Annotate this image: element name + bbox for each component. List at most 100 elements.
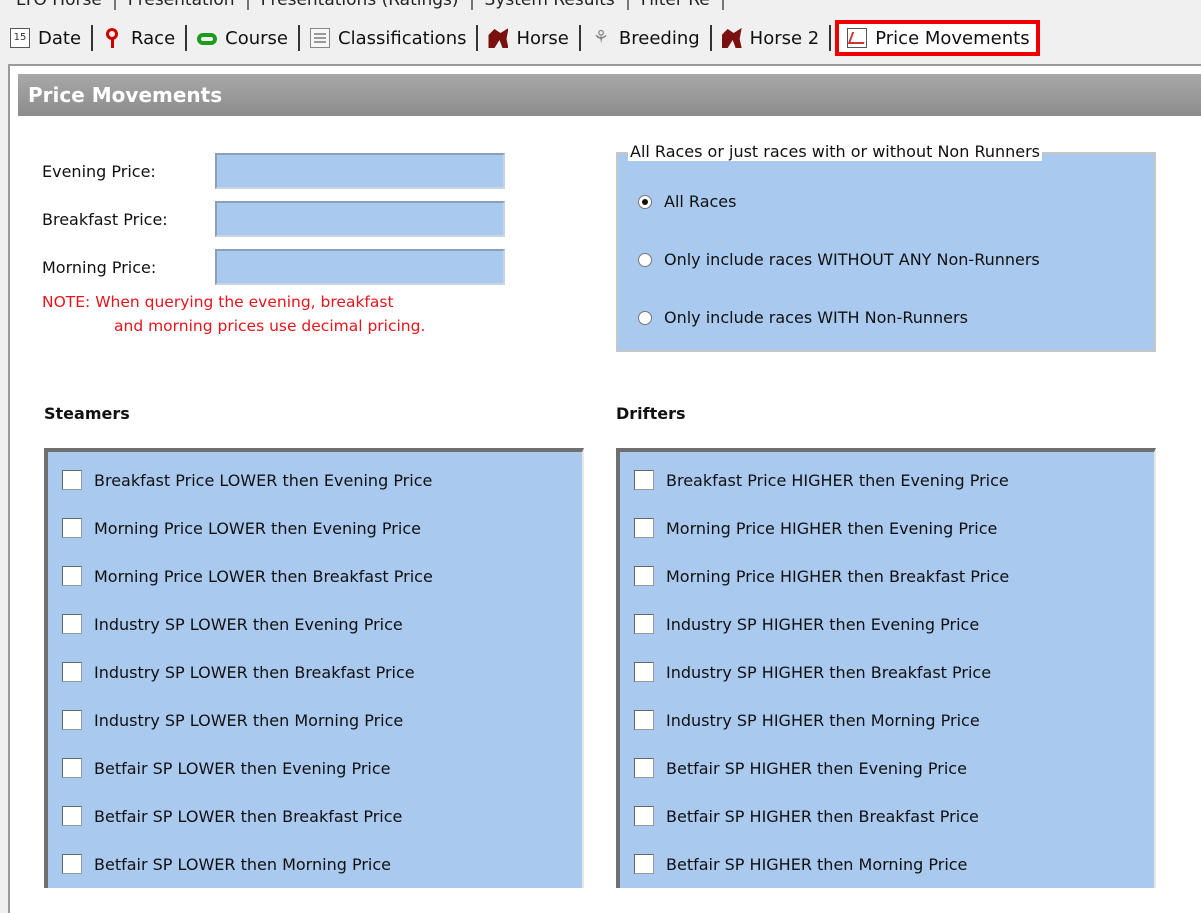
checkbox[interactable] [62,614,82,634]
tab-classifications[interactable]: Classifications [300,21,476,55]
steamer-option[interactable]: Morning Price LOWER then Breakfast Price [62,566,433,586]
chart-icon [847,28,868,48]
checkbox[interactable] [62,710,82,730]
tab-presentation[interactable]: Presentation [116,0,249,10]
checkbox-label: Betfair SP LOWER then Evening Price [94,758,391,778]
drifter-option[interactable]: Industry SP HIGHER then Morning Price [634,710,980,730]
course-track-icon [197,33,218,45]
drifter-option[interactable]: Morning Price HIGHER then Breakfast Pric… [634,566,1009,586]
drifter-option[interactable]: Betfair SP HIGHER then Breakfast Price [634,806,979,826]
tab-label: Price Movements [875,27,1030,49]
steamers-checkbox-group: Breakfast Price LOWER then Evening Price… [44,448,584,888]
breakfast-price-input[interactable] [215,201,505,237]
checkbox[interactable] [634,614,654,634]
radio-label: Only include races WITH Non-Runners [664,308,968,327]
checkbox-label: Breakfast Price HIGHER then Evening Pric… [666,470,1009,490]
drifter-option[interactable]: Betfair SP HIGHER then Morning Price [634,854,967,874]
non-runners-group-title: All Races or just races with or without … [628,142,1043,161]
radio-without-non-runners[interactable]: Only include races WITHOUT ANY Non-Runne… [638,250,1040,269]
checkbox[interactable] [634,854,654,874]
drifter-option[interactable]: Breakfast Price HIGHER then Evening Pric… [634,470,1009,490]
checkbox[interactable] [62,806,82,826]
evening-price-input[interactable] [215,153,505,189]
horse-icon [721,28,742,48]
drifter-option[interactable]: Industry SP HIGHER then Evening Price [634,614,979,634]
tab-system-results[interactable]: System Results [473,0,629,10]
checkbox[interactable] [634,710,654,730]
drifter-option[interactable]: Morning Price HIGHER then Evening Price [634,518,997,538]
tab-course[interactable]: Course [187,21,298,55]
checkbox[interactable] [634,566,654,586]
document-icon [310,28,330,48]
checkbox[interactable] [634,518,654,538]
radio-label: Only include races WITHOUT ANY Non-Runne… [664,250,1040,269]
tab-label: Course [225,27,288,49]
tab-horse[interactable]: Horse [478,21,578,55]
non-runners-group: All Races or just races with or without … [616,142,1156,352]
steamer-option[interactable]: Morning Price LOWER then Evening Price [62,518,421,538]
checkbox[interactable] [62,758,82,778]
checkbox-label: Industry SP HIGHER then Morning Price [666,710,980,730]
steamer-option[interactable]: Breakfast Price LOWER then Evening Price [62,470,432,490]
radio-button[interactable] [638,252,652,267]
tab-label: Horse 2 [749,27,820,49]
checkbox-label: Industry SP LOWER then Evening Price [94,614,403,634]
tab-race[interactable]: Race [93,21,185,55]
decimal-pricing-note: NOTE: When querying the evening, breakfa… [42,293,426,335]
drifter-option[interactable]: Industry SP HIGHER then Breakfast Price [634,662,991,682]
tab-label: Classifications [338,27,467,49]
checkbox-label: Betfair SP LOWER then Breakfast Price [94,806,403,826]
tab-breeding[interactable]: ⚘ Breeding [581,21,710,55]
morning-price-input[interactable] [215,249,505,285]
tab-presentations-ratings[interactable]: Presentations (Ratings) [249,0,473,10]
breakfast-price-label: Breakfast Price: [42,210,168,229]
checkbox-label: Industry SP HIGHER then Evening Price [666,614,980,634]
steamer-option[interactable]: Industry SP LOWER then Morning Price [62,710,403,730]
tab-separator [829,25,832,51]
radio-button[interactable] [638,194,652,209]
tab-label: Race [131,27,176,49]
drifters-title: Drifters [616,404,686,423]
tab-lto-horse[interactable]: LTO Horse [4,0,116,10]
radio-with-non-runners[interactable]: Only include races WITH Non-Runners [638,308,968,327]
checkbox[interactable] [62,662,82,682]
panel-title: Price Movements [18,74,1201,116]
checkbox[interactable] [634,806,654,826]
checkbox[interactable] [634,470,654,490]
checkbox-label: Betfair SP LOWER then Morning Price [94,854,391,874]
checkbox-label: Betfair SP HIGHER then Evening Price [666,758,967,778]
tab-label: Date [38,27,82,49]
checkbox-label: Breakfast Price LOWER then Evening Price [94,470,433,490]
calendar-icon: 15 [10,28,30,48]
tab-row: 15 Date Race Course Classifications Hors… [0,18,1201,58]
tab-date[interactable]: 15 Date [0,21,91,55]
checkbox-label: Morning Price HIGHER then Evening Price [666,518,998,538]
checkbox-label: Morning Price HIGHER then Breakfast Pric… [666,566,1010,586]
steamer-option[interactable]: Betfair SP LOWER then Morning Price [62,854,391,874]
horse-icon [488,28,509,48]
checkbox[interactable] [62,518,82,538]
checkbox-label: Betfair SP HIGHER then Breakfast Price [666,806,979,826]
checkbox-label: Betfair SP HIGHER then Morning Price [666,854,968,874]
checkbox[interactable] [634,758,654,778]
radio-button[interactable] [638,310,652,325]
tab-horse-2[interactable]: Horse 2 [712,21,830,55]
radio-all-races[interactable]: All Races [638,192,736,211]
tab-filter-re[interactable]: Filter Re [629,0,724,10]
drifter-option[interactable]: Betfair SP HIGHER then Evening Price [634,758,967,778]
checkbox[interactable] [62,566,82,586]
checkbox[interactable] [62,470,82,490]
checkbox[interactable] [634,662,654,682]
tab-price-movements[interactable]: Price Movements [835,20,1040,56]
morning-price-label: Morning Price: [42,258,157,277]
checkbox-label: Industry SP HIGHER then Breakfast Price [666,662,992,682]
steamer-option[interactable]: Industry SP LOWER then Evening Price [62,614,403,634]
steamer-option[interactable]: Industry SP LOWER then Breakfast Price [62,662,415,682]
breeding-icon: ⚘ [592,27,609,48]
upper-tab-row: LTO Horse Presentation Presentations (Ra… [0,0,1201,14]
steamer-option[interactable]: Betfair SP LOWER then Evening Price [62,758,391,778]
steamer-option[interactable]: Betfair SP LOWER then Breakfast Price [62,806,402,826]
checkbox[interactable] [62,854,82,874]
tab-label: Breeding [618,27,700,49]
checkbox-label: Morning Price LOWER then Breakfast Price [94,566,433,586]
